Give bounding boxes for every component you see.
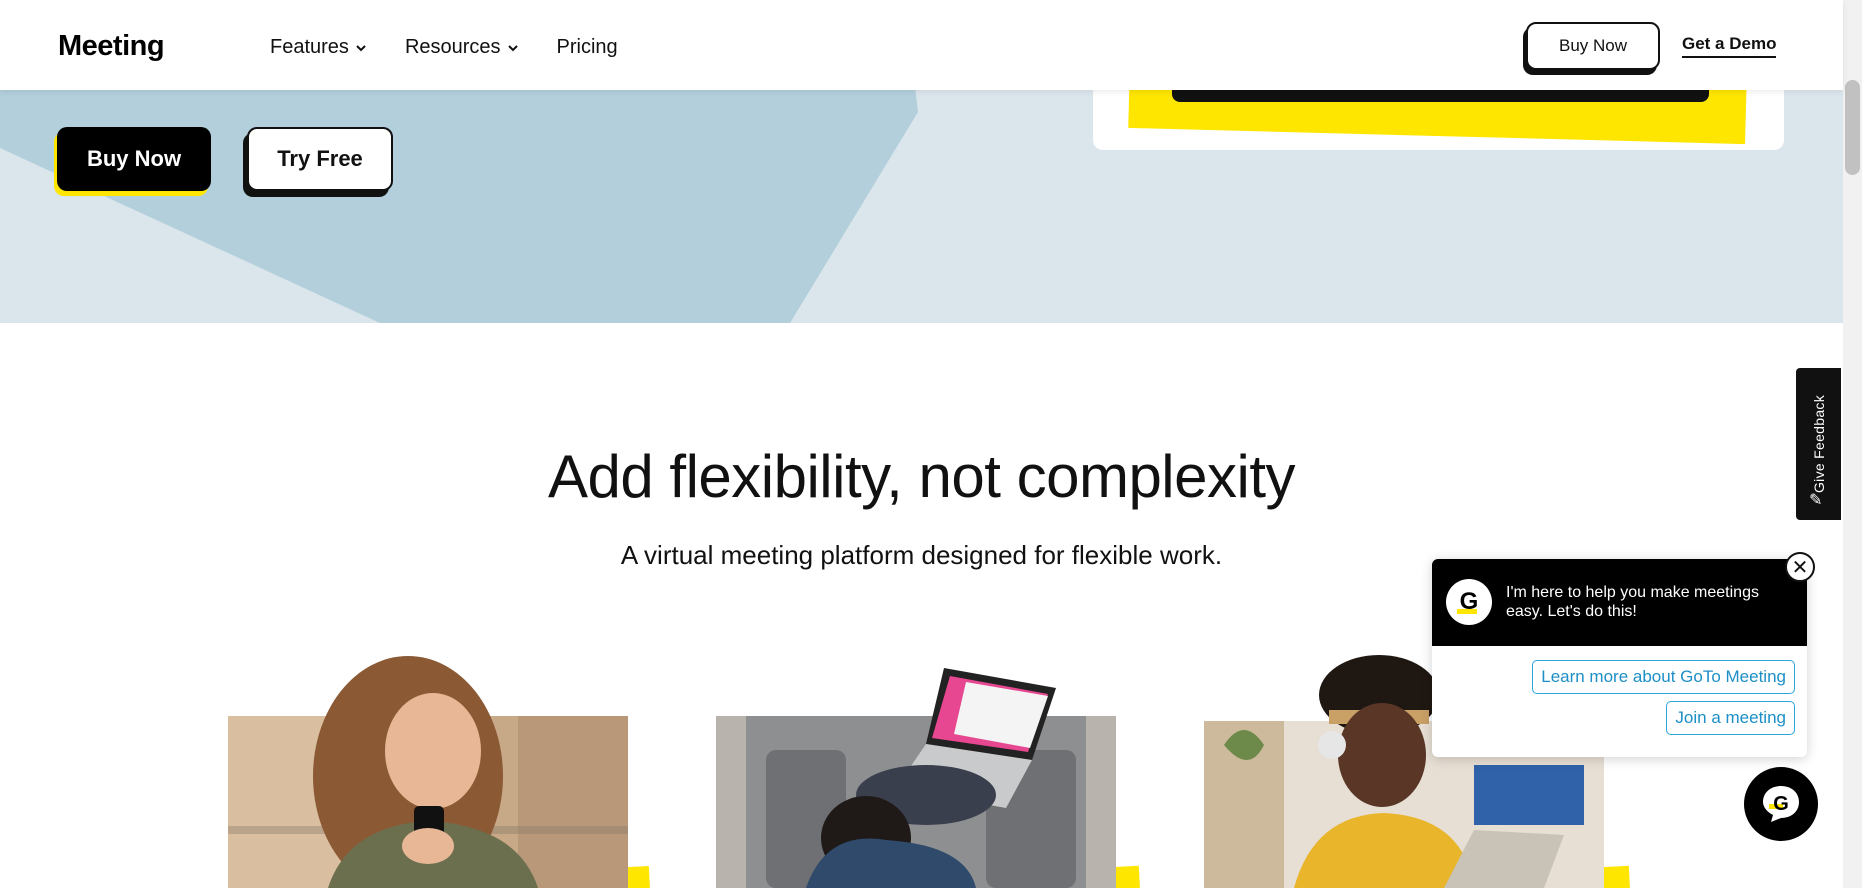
- give-feedback-label: Give Feedback: [1810, 394, 1827, 494]
- header-buy-now-button[interactable]: Buy Now: [1526, 22, 1660, 70]
- chat-launcher-button[interactable]: G: [1744, 767, 1818, 841]
- megaphone-icon: ✎: [1809, 492, 1823, 509]
- chat-popup: G I'm here to help you make meetings eas…: [1432, 559, 1807, 757]
- chat-launcher-letter: G: [1773, 793, 1789, 815]
- nav-resources-label: Resources: [404, 36, 501, 58]
- page-scrollbar-thumb[interactable]: [1845, 80, 1860, 175]
- chat-message-text: I'm here to help you make meetings easy.…: [1506, 584, 1759, 620]
- give-feedback-tab[interactable]: Give Feedback ✎: [1796, 368, 1841, 520]
- nav-features-label: Features: [270, 36, 349, 58]
- main-nav: Features Resources Pricing: [270, 36, 656, 59]
- get-a-demo-link[interactable]: Get a Demo: [1682, 34, 1777, 58]
- nav-resources[interactable]: Resources: [405, 36, 519, 59]
- chat-option-learn-more[interactable]: Learn more about GoTo Meeting: [1532, 660, 1795, 694]
- site-header: Meeting Features Resources Pricing Buy N…: [0, 0, 1843, 90]
- chat-message-panel: G I'm here to help you make meetings eas…: [1432, 559, 1807, 646]
- chevron-down-icon: [507, 44, 518, 51]
- logo[interactable]: Meeting: [58, 30, 165, 63]
- hero-buy-now-button[interactable]: Buy Now: [57, 127, 211, 191]
- nav-pricing[interactable]: Pricing: [557, 36, 618, 59]
- hero-try-free-button[interactable]: Try Free: [247, 127, 393, 191]
- chat-avatar: G: [1446, 579, 1492, 625]
- close-icon[interactable]: ✕: [1785, 552, 1815, 582]
- page: Buy Now Try Free Meeting Features Resour…: [0, 0, 1862, 888]
- chevron-down-icon: [356, 44, 366, 51]
- nav-features[interactable]: Features: [270, 36, 367, 59]
- section-title: Add flexibility, not complexity: [547, 443, 1296, 510]
- chat-option-join-meeting[interactable]: Join a meeting: [1666, 701, 1795, 735]
- chat-bubble-icon: G: [1763, 786, 1799, 822]
- photo-man-laptop: [716, 660, 1116, 888]
- nav-pricing-label: Pricing: [556, 36, 618, 58]
- chat-avatar-letter: G: [1459, 588, 1479, 615]
- photo-woman-phone: [228, 656, 628, 888]
